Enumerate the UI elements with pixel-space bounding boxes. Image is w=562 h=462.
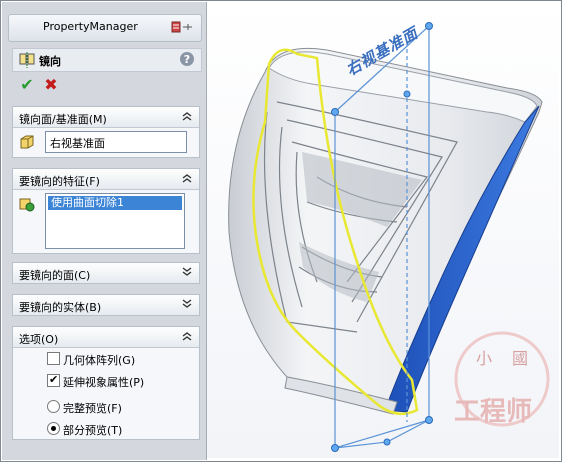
faces-to-mirror-group-header[interactable]: 要镜向的面(C) [13, 263, 199, 283]
collapse-icon[interactable] [181, 172, 193, 184]
partial-preview-label: 部分预览(T) [63, 424, 123, 437]
watermark: 小 國 工程师 [442, 327, 559, 447]
propagate-visual-checkbox[interactable]: ✔ [47, 373, 60, 387]
geometry-pattern-checkbox[interactable] [47, 352, 60, 365]
mirror-plane-value: 右视基准面 [50, 137, 105, 150]
feature-selection-icon [19, 198, 35, 212]
features-to-mirror-group: 要镜向的特征(F) 使用曲面切除1 [12, 168, 200, 254]
options-group-title: 选项(O) [19, 333, 59, 346]
ok-button[interactable]: ✔ [18, 76, 36, 94]
checkmark-icon: ✔ [49, 373, 59, 386]
geometry-pattern-label: 几何体阵列(G) [63, 354, 136, 367]
feature-title-bar: 镜向 ? [12, 48, 202, 72]
watermark-char-2: 國 [512, 349, 529, 368]
app-window: PropertyManager 镜向 ? ✔ ✖ 镜向面/基准面(M) 右视基准… [0, 0, 562, 462]
features-to-mirror-group-title: 要镜向的特征(F) [19, 175, 100, 188]
pin-icon[interactable] [171, 20, 193, 34]
radio-selected-dot [51, 426, 56, 431]
bodies-to-mirror-group-header[interactable]: 要镜向的实体(B) [13, 295, 199, 315]
watermark-text: 工程师 [454, 397, 533, 427]
svg-text:?: ? [184, 53, 190, 66]
propagate-visual-label: 延伸视象属性(P) [63, 376, 145, 389]
features-to-mirror-group-header[interactable]: 要镜向的特征(F) [13, 169, 199, 190]
help-icon[interactable]: ? [179, 51, 195, 67]
property-manager-panel: PropertyManager 镜向 ? ✔ ✖ 镜向面/基准面(M) 右视基准… [2, 2, 207, 460]
mirror-plane-field[interactable]: 右视基准面 [45, 131, 187, 153]
mirror-plane-group-title: 镜向面/基准面(M) [19, 113, 107, 126]
faces-to-mirror-group: 要镜向的面(C) [12, 262, 200, 284]
expand-icon[interactable] [181, 298, 193, 310]
bodies-to-mirror-group: 要镜向的实体(B) [12, 294, 200, 316]
feature-title: 镜向 [39, 55, 61, 68]
bodies-to-mirror-group-title: 要镜向的实体(B) [19, 301, 102, 314]
watermark-seal-icon [454, 331, 550, 427]
options-group-header[interactable]: 选项(O) [13, 327, 199, 348]
property-manager-title: PropertyManager [43, 20, 138, 33]
full-preview-radio[interactable] [47, 400, 60, 413]
full-preview-label: 完整预览(F) [63, 402, 122, 415]
mirror-plane-group: 镜向面/基准面(M) 右视基准面 [12, 106, 200, 158]
cancel-button[interactable]: ✖ [42, 76, 60, 94]
options-group: 选项(O) 几何体阵列(G) ✔ 延伸视象属性(P) 完整预览(F) 部分预览(… [12, 326, 200, 440]
mirror-plane-group-header[interactable]: 镜向面/基准面(M) [13, 107, 199, 128]
collapse-icon[interactable] [181, 110, 193, 122]
property-manager-header: PropertyManager [8, 14, 202, 42]
collapse-icon[interactable] [181, 330, 193, 342]
mirror-feature-icon [19, 52, 35, 68]
faces-to-mirror-group-title: 要镜向的面(C) [19, 269, 91, 282]
partial-preview-radio[interactable] [47, 422, 60, 435]
plane-selection-icon [20, 135, 34, 149]
expand-icon[interactable] [181, 266, 193, 278]
features-list-item[interactable]: 使用曲面切除1 [48, 196, 182, 210]
watermark-char-1: 小 [476, 349, 493, 368]
graphics-viewport[interactable]: 右视基准面 小 國 工程师 [207, 2, 559, 458]
features-list[interactable]: 使用曲面切除1 [45, 193, 185, 249]
